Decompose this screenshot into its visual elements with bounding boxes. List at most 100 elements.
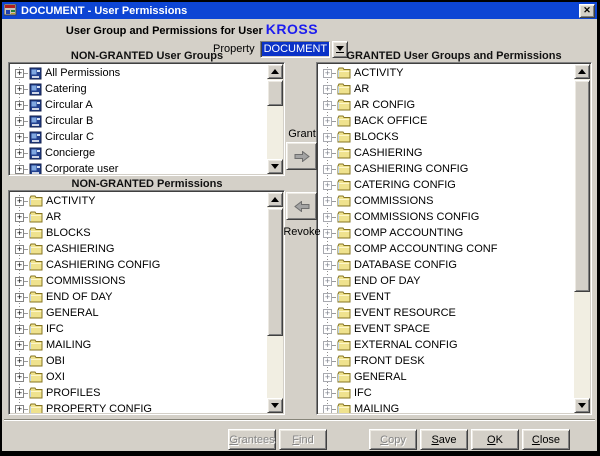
expand-plus-icon[interactable]: + <box>15 149 24 158</box>
tree-item[interactable]: +EXTERNAL CONFIG <box>323 337 574 353</box>
tree-item[interactable]: +CATERING CONFIG <box>323 177 574 193</box>
tree-item[interactable]: +OBI <box>15 353 267 369</box>
expand-plus-icon[interactable]: + <box>323 309 332 318</box>
expand-plus-icon[interactable]: + <box>15 117 24 126</box>
expand-plus-icon[interactable]: + <box>323 341 332 350</box>
expand-plus-icon[interactable]: + <box>15 213 24 222</box>
scroll-up-icon[interactable] <box>267 192 283 207</box>
close-button[interactable]: Close <box>522 429 570 450</box>
expand-plus-icon[interactable]: + <box>323 165 332 174</box>
scroll-up-icon[interactable] <box>574 64 590 79</box>
scroll-down-icon[interactable] <box>267 398 283 413</box>
expand-plus-icon[interactable]: + <box>15 69 24 78</box>
tree-item[interactable]: +All Permissions <box>15 65 267 81</box>
expand-plus-icon[interactable]: + <box>15 261 24 270</box>
tree-item[interactable]: +COMMISSIONS <box>15 273 267 289</box>
tree-item[interactable]: +GENERAL <box>15 305 267 321</box>
expand-plus-icon[interactable]: + <box>323 85 332 94</box>
scroll-up-icon[interactable] <box>267 64 283 79</box>
tree-item[interactable]: +CASHIERING CONFIG <box>323 161 574 177</box>
scroll-down-icon[interactable] <box>267 159 283 174</box>
scrollbar-thumb[interactable] <box>267 208 283 336</box>
tree-item[interactable]: +FRONT DESK <box>323 353 574 369</box>
tree-item[interactable]: +END OF DAY <box>15 289 267 305</box>
tree-item[interactable]: +AR <box>323 81 574 97</box>
tree-item[interactable]: +BLOCKS <box>323 129 574 145</box>
expand-plus-icon[interactable]: + <box>323 101 332 110</box>
tree-item[interactable]: +ACTIVITY <box>323 65 574 81</box>
tree-item[interactable]: +BACK OFFICE <box>323 113 574 129</box>
tree-item[interactable]: +CASHIERING <box>15 241 267 257</box>
tree-item[interactable]: +COMP ACCOUNTING CONF <box>323 241 574 257</box>
tree-item[interactable]: +EVENT SPACE <box>323 321 574 337</box>
expand-plus-icon[interactable]: + <box>323 133 332 142</box>
scrollbar[interactable] <box>267 64 283 174</box>
tree-item[interactable]: +Catering <box>15 81 267 97</box>
tree-item[interactable]: +DATABASE CONFIG <box>323 257 574 273</box>
tree-item[interactable]: +COMP ACCOUNTING <box>323 225 574 241</box>
tree-item[interactable]: +OXI <box>15 369 267 385</box>
expand-plus-icon[interactable]: + <box>323 325 332 334</box>
expand-plus-icon[interactable]: + <box>323 357 332 366</box>
tree-item[interactable]: +COMMISSIONS CONFIG <box>323 209 574 225</box>
grant-button[interactable] <box>286 142 317 170</box>
scrollbar[interactable] <box>267 192 283 413</box>
tree-item[interactable]: +EVENT RESOURCE <box>323 305 574 321</box>
expand-plus-icon[interactable]: + <box>15 85 24 94</box>
scrollbar[interactable] <box>574 64 590 413</box>
tree-item[interactable]: +MAILING <box>323 401 574 413</box>
tree-item[interactable]: +COMMISSIONS <box>323 193 574 209</box>
expand-plus-icon[interactable]: + <box>15 229 24 238</box>
expand-plus-icon[interactable]: + <box>15 405 24 414</box>
save-button[interactable]: Save <box>420 429 468 450</box>
expand-plus-icon[interactable]: + <box>323 213 332 222</box>
tree-item[interactable]: +IFC <box>15 321 267 337</box>
tree-item[interactable]: +PROFILES <box>15 385 267 401</box>
tree-item[interactable]: +GENERAL <box>323 369 574 385</box>
tree-item[interactable]: +EVENT <box>323 289 574 305</box>
tree-item[interactable]: +Circular C <box>15 129 267 145</box>
expand-plus-icon[interactable]: + <box>15 373 24 382</box>
expand-plus-icon[interactable]: + <box>323 389 332 398</box>
tree-item[interactable]: +AR CONFIG <box>323 97 574 113</box>
expand-plus-icon[interactable]: + <box>323 277 332 286</box>
expand-plus-icon[interactable]: + <box>15 357 24 366</box>
tree-item[interactable]: +CASHIERING CONFIG <box>15 257 267 273</box>
expand-plus-icon[interactable]: + <box>15 165 24 174</box>
tree-item[interactable]: +CASHIERING <box>323 145 574 161</box>
tree-item[interactable]: +Circular A <box>15 97 267 113</box>
expand-plus-icon[interactable]: + <box>15 133 24 142</box>
expand-plus-icon[interactable]: + <box>15 197 24 206</box>
scroll-down-icon[interactable] <box>574 398 590 413</box>
scrollbar-thumb[interactable] <box>267 80 283 106</box>
tree-item[interactable]: +MAILING <box>15 337 267 353</box>
expand-plus-icon[interactable]: + <box>323 149 332 158</box>
tree-item[interactable]: +PROPERTY CONFIG <box>15 401 267 413</box>
tree-item[interactable]: +ACTIVITY <box>15 193 267 209</box>
expand-plus-icon[interactable]: + <box>323 293 332 302</box>
tree-item[interactable]: +AR <box>15 209 267 225</box>
close-icon[interactable]: ✕ <box>579 4 595 18</box>
expand-plus-icon[interactable]: + <box>15 101 24 110</box>
ok-button[interactable]: OK <box>471 429 519 450</box>
expand-plus-icon[interactable]: + <box>15 325 24 334</box>
expand-plus-icon[interactable]: + <box>323 405 332 414</box>
expand-plus-icon[interactable]: + <box>323 229 332 238</box>
expand-plus-icon[interactable]: + <box>15 277 24 286</box>
expand-plus-icon[interactable]: + <box>15 293 24 302</box>
expand-plus-icon[interactable]: + <box>323 197 332 206</box>
tree-item[interactable]: +END OF DAY <box>323 273 574 289</box>
scrollbar-thumb[interactable] <box>574 80 590 292</box>
expand-plus-icon[interactable]: + <box>323 117 332 126</box>
tree-item[interactable]: +Concierge <box>15 145 267 161</box>
expand-plus-icon[interactable]: + <box>323 373 332 382</box>
tree-item[interactable]: +BLOCKS <box>15 225 267 241</box>
tree-item[interactable]: +Circular B <box>15 113 267 129</box>
tree-item[interactable]: +Corporate user <box>15 161 267 174</box>
expand-plus-icon[interactable]: + <box>323 261 332 270</box>
expand-plus-icon[interactable]: + <box>323 181 332 190</box>
expand-plus-icon[interactable]: + <box>323 245 332 254</box>
expand-plus-icon[interactable]: + <box>15 341 24 350</box>
expand-plus-icon[interactable]: + <box>15 389 24 398</box>
expand-plus-icon[interactable]: + <box>15 309 24 318</box>
